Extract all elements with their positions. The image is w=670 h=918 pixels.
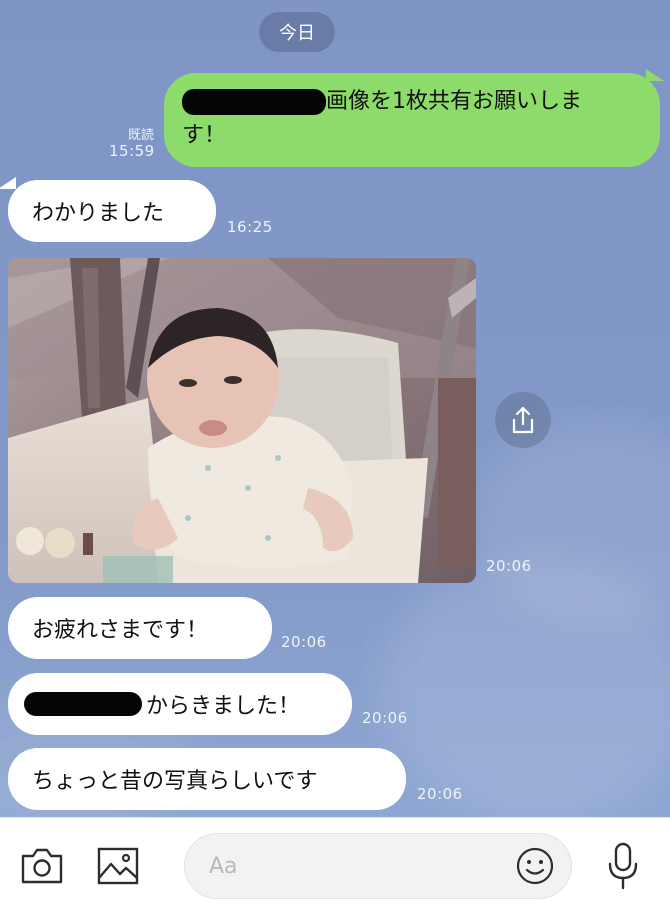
- background-cloud: [380, 560, 670, 817]
- message-time: 20:06: [281, 633, 327, 651]
- message-time: 20:06: [417, 785, 463, 803]
- message-text: 画像を1枚共有お願いしま: [326, 89, 582, 114]
- camera-button[interactable]: [20, 846, 64, 890]
- share-button[interactable]: [495, 392, 551, 448]
- incoming-message[interactable]: ちょっと昔の写真らしいです: [8, 748, 406, 810]
- input-placeholder: Aa: [209, 853, 238, 879]
- bubble-tail: [0, 177, 16, 189]
- message-time: 15:59: [109, 142, 155, 160]
- message-time: 16:25: [227, 218, 273, 236]
- incoming-message[interactable]: わかりました: [8, 180, 216, 242]
- redacted-text: [24, 692, 142, 716]
- incoming-message[interactable]: お疲れさまです！: [8, 597, 272, 659]
- outgoing-message[interactable]: 画像を1枚共有お願いしま す！: [164, 73, 660, 167]
- bubble-tail: [646, 69, 664, 81]
- message-text: わかりました: [32, 201, 165, 226]
- message-text: お疲れさまです！: [32, 618, 209, 643]
- date-separator: 今日: [259, 12, 335, 52]
- share-icon: [512, 406, 534, 434]
- microphone-button[interactable]: [606, 842, 640, 894]
- read-receipt: 既読: [127, 128, 154, 143]
- baby-photo-image: [8, 258, 476, 583]
- image-button[interactable]: [96, 846, 140, 890]
- image-icon: [97, 847, 139, 885]
- message-input-bar: Aa: [0, 817, 670, 918]
- emoji-button[interactable]: [515, 846, 555, 890]
- redacted-text: [182, 89, 326, 115]
- microphone-icon: [608, 842, 638, 890]
- emoji-icon: [516, 847, 554, 885]
- message-text: ちょっと昔の写真らしいです: [32, 769, 318, 794]
- camera-icon: [21, 848, 63, 884]
- message-text: からきました！: [146, 694, 301, 719]
- chat-area: 今日 既読 15:59 画像を1枚共有お願いしま す！ わかりました 16:25: [0, 0, 670, 817]
- incoming-message[interactable]: からきました！: [8, 673, 352, 735]
- message-input[interactable]: Aa: [184, 833, 572, 899]
- shared-photo[interactable]: [8, 258, 476, 583]
- message-time: 20:06: [486, 557, 532, 575]
- message-text: す！: [182, 123, 227, 148]
- message-time: 20:06: [362, 709, 408, 727]
